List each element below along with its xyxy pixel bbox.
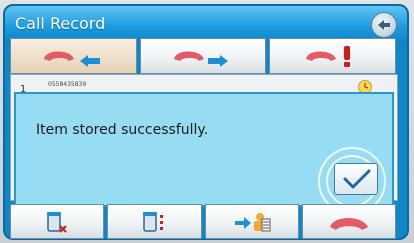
end-call-icon xyxy=(329,217,368,230)
checkmark-icon xyxy=(343,169,371,189)
save-to-contacts-button[interactable] xyxy=(204,204,299,239)
call-type-tabs xyxy=(10,38,397,74)
back-button[interactable] xyxy=(371,12,397,38)
delete-all-button[interactable] xyxy=(107,204,202,239)
delete-all-icon xyxy=(143,211,164,232)
window-title: Call Record xyxy=(15,14,106,33)
back-arrow-icon xyxy=(378,20,390,30)
end-call-button[interactable] xyxy=(301,204,396,239)
delete-item-icon xyxy=(47,211,67,233)
dialog-message: Item stored successfully. xyxy=(36,122,209,138)
tab-incoming-calls[interactable] xyxy=(10,38,137,74)
delete-item-button[interactable] xyxy=(10,204,105,239)
tab-missed-calls[interactable] xyxy=(269,38,397,74)
save-to-contacts-icon xyxy=(234,212,271,231)
bottom-toolbar xyxy=(10,204,396,239)
ok-button[interactable] xyxy=(334,163,378,195)
missed-call-icon xyxy=(305,46,350,67)
list-item-number[interactable]: 0558435839 xyxy=(48,81,86,88)
outgoing-call-icon xyxy=(174,51,228,67)
incoming-call-icon xyxy=(44,51,101,67)
tab-outgoing-calls[interactable] xyxy=(139,38,267,74)
